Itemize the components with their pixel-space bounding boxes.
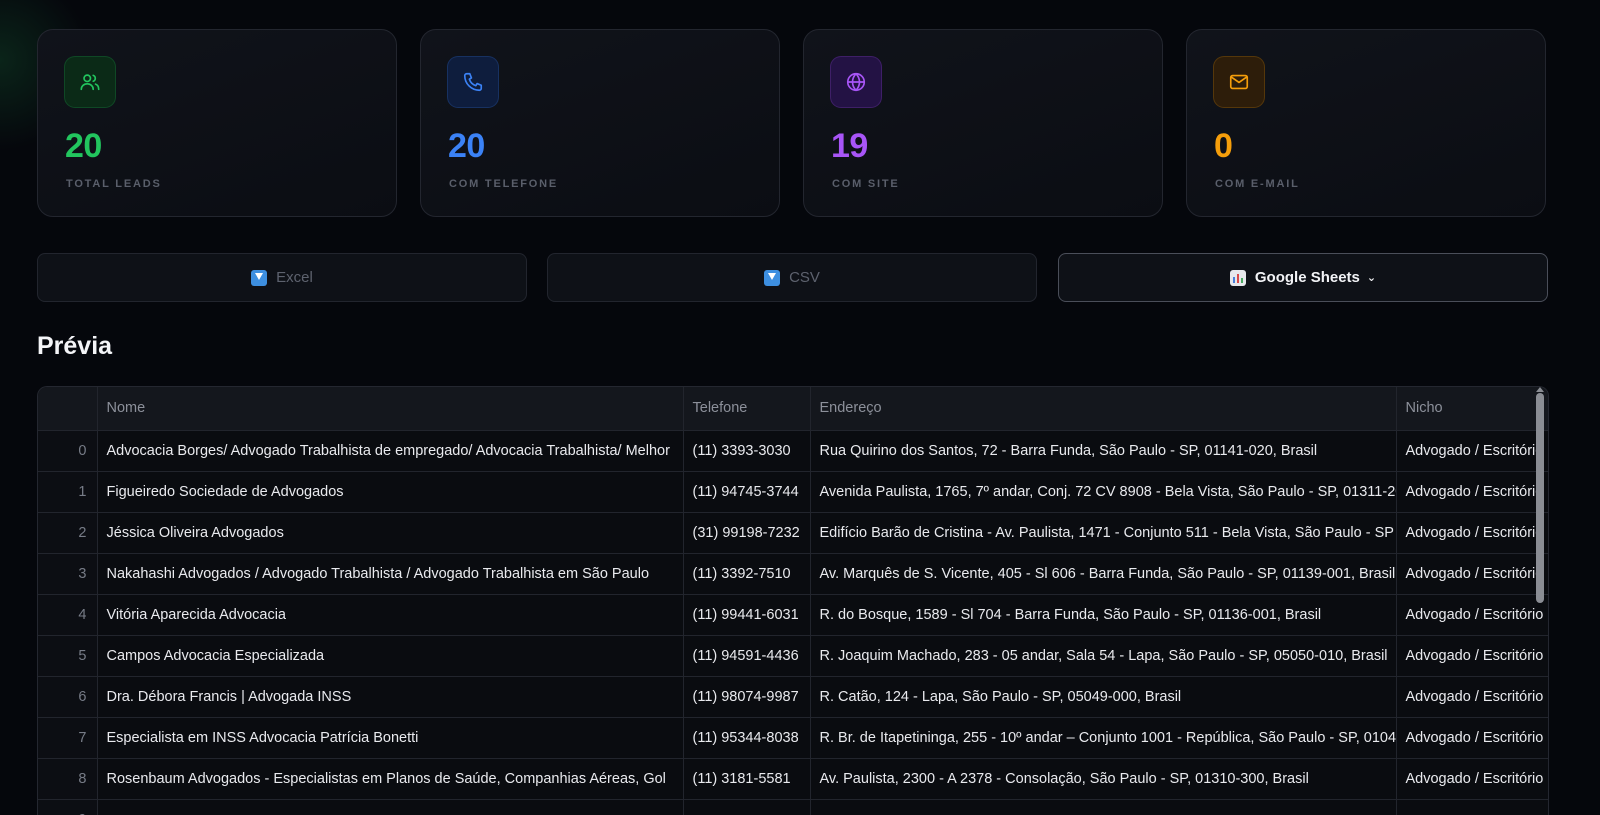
cell-nicho[interactable]: Advogado / Escritório — [1396, 512, 1548, 554]
cell-nome[interactable]: Dra. Débora Francis | Advogada INSS — [97, 676, 684, 718]
cell-nome[interactable]: Figueiredo Sociedade de Advogados — [97, 471, 684, 513]
table-row[interactable]: 4 Vitória Aparecida Advocacia (11) 99441… — [38, 594, 1548, 636]
table-row[interactable]: 9 — [38, 799, 1548, 815]
scroll-up-arrow-icon[interactable] — [1536, 387, 1544, 392]
cell-nicho[interactable]: Advogado / Escritório — [1396, 430, 1548, 472]
cell-endereco[interactable]: Avenida Paulista, 1765, 7º andar, Conj. … — [810, 471, 1397, 513]
table-row[interactable]: 5 Campos Advocacia Especializada (11) 94… — [38, 635, 1548, 677]
cell-endereco[interactable] — [810, 799, 1397, 815]
row-index: 3 — [38, 553, 98, 595]
cell-telefone[interactable]: (11) 99441-6031 — [683, 594, 811, 636]
table-row[interactable]: 8 Rosenbaum Advogados - Especialistas em… — [38, 758, 1548, 800]
cell-nome[interactable]: Advocacia Borges/ Advogado Trabalhista d… — [97, 430, 684, 472]
stat-label: TOTAL LEADS — [66, 178, 162, 190]
cell-telefone[interactable]: (11) 3181-5581 — [683, 758, 811, 800]
cell-nicho[interactable] — [1396, 799, 1548, 815]
cell-nome[interactable]: Jéssica Oliveira Advogados — [97, 512, 684, 554]
table-header-row: Nome Telefone Endereço Nicho — [38, 387, 1548, 431]
row-index: 1 — [38, 471, 98, 513]
cell-telefone[interactable]: (11) 95344-8038 — [683, 717, 811, 759]
row-index: 5 — [38, 635, 98, 677]
column-header-endereco[interactable]: Endereço — [810, 387, 1397, 431]
users-icon — [64, 56, 116, 108]
cell-nome[interactable]: Nakahashi Advogados / Advogado Trabalhis… — [97, 553, 684, 595]
google-sheets-dropdown-button[interactable]: Google Sheets ⌄ — [1058, 253, 1548, 302]
export-excel-button[interactable]: Excel — [37, 253, 527, 302]
cell-telefone[interactable]: (11) 3393-3030 — [683, 430, 811, 472]
cell-endereco[interactable]: Rua Quirino dos Santos, 72 - Barra Funda… — [810, 430, 1397, 472]
table-row[interactable]: 0 Advocacia Borges/ Advogado Trabalhista… — [38, 430, 1548, 472]
vertical-scrollbar[interactable] — [1536, 393, 1544, 603]
row-index: 0 — [38, 430, 98, 472]
stat-card-com-telefone: 20 COM TELEFONE — [420, 29, 780, 217]
export-csv-button[interactable]: CSV — [547, 253, 1037, 302]
row-index: 6 — [38, 676, 98, 718]
mail-icon — [1213, 56, 1265, 108]
stat-value: 20 — [448, 127, 485, 165]
cell-endereco[interactable]: R. do Bosque, 1589 - Sl 704 - Barra Fund… — [810, 594, 1397, 636]
stats-row: 20 TOTAL LEADS 20 COM TELEFONE 19 COM SI… — [37, 29, 1547, 219]
stat-value: 19 — [831, 127, 868, 165]
row-index: 8 — [38, 758, 98, 800]
chevron-down-icon: ⌄ — [1366, 272, 1377, 284]
cell-endereco[interactable]: R. Joaquim Machado, 283 - 05 andar, Sala… — [810, 635, 1397, 677]
row-index: 7 — [38, 717, 98, 759]
export-csv-label: CSV — [789, 269, 820, 286]
cell-endereco[interactable]: Av. Paulista, 2300 - A 2378 - Consolação… — [810, 758, 1397, 800]
download-icon — [251, 269, 268, 286]
globe-icon — [830, 56, 882, 108]
cell-nicho[interactable]: Advogado / Escritório — [1396, 676, 1548, 718]
cell-nicho[interactable]: Advogado / Escritório — [1396, 553, 1548, 595]
cell-nicho[interactable]: Advogado / Escritório — [1396, 635, 1548, 677]
cell-telefone[interactable] — [683, 799, 811, 815]
stat-card-total-leads: 20 TOTAL LEADS — [37, 29, 397, 217]
stat-value: 20 — [65, 127, 102, 165]
table-row[interactable]: 2 Jéssica Oliveira Advogados (31) 99198-… — [38, 512, 1548, 554]
cell-endereco[interactable]: R. Br. de Itapetininga, 255 - 10º andar … — [810, 717, 1397, 759]
preview-title: Prévia — [37, 332, 113, 360]
cell-nicho[interactable]: Advogado / Escritório — [1396, 758, 1548, 800]
export-buttons: Excel CSV Google Sheets ⌄ — [37, 253, 1548, 303]
cell-nicho[interactable]: Advogado / Escritório — [1396, 594, 1548, 636]
cell-endereco[interactable]: Edifício Barão de Cristina - Av. Paulist… — [810, 512, 1397, 554]
download-icon — [764, 269, 781, 286]
table-row[interactable]: 1 Figueiredo Sociedade de Advogados (11)… — [38, 471, 1548, 513]
column-header-nicho[interactable]: Nicho — [1396, 387, 1548, 431]
cell-telefone[interactable]: (11) 98074-9987 — [683, 676, 811, 718]
cell-telefone[interactable]: (11) 94591-4436 — [683, 635, 811, 677]
index-column-header — [38, 387, 98, 431]
stat-label: COM SITE — [832, 178, 900, 190]
table-row[interactable]: 6 Dra. Débora Francis | Advogada INSS (1… — [38, 676, 1548, 718]
row-index: 9 — [38, 799, 98, 815]
column-header-telefone[interactable]: Telefone — [683, 387, 811, 431]
google-sheets-label: Google Sheets — [1254, 269, 1360, 286]
cell-telefone[interactable]: (31) 99198-7232 — [683, 512, 811, 554]
cell-nicho[interactable]: Advogado / Escritório — [1396, 717, 1548, 759]
preview-table[interactable]: Nome Telefone Endereço Nicho 0 Advocacia… — [37, 386, 1549, 815]
stat-label: COM TELEFONE — [449, 178, 558, 190]
row-index: 4 — [38, 594, 98, 636]
column-header-nome[interactable]: Nome — [97, 387, 684, 431]
cell-nome[interactable]: Especialista em INSS Advocacia Patrícia … — [97, 717, 684, 759]
stat-label: COM E-MAIL — [1215, 178, 1300, 190]
cell-telefone[interactable]: (11) 3392-7510 — [683, 553, 811, 595]
cell-nome[interactable]: Vitória Aparecida Advocacia — [97, 594, 684, 636]
table-row[interactable]: 3 Nakahashi Advogados / Advogado Trabalh… — [38, 553, 1548, 595]
cell-endereco[interactable]: Av. Marquês de S. Vicente, 405 - Sl 606 … — [810, 553, 1397, 595]
cell-telefone[interactable]: (11) 94745-3744 — [683, 471, 811, 513]
table-row[interactable]: 7 Especialista em INSS Advocacia Patríci… — [38, 717, 1548, 759]
stat-card-com-email: 0 COM E-MAIL — [1186, 29, 1546, 217]
cell-endereco[interactable]: R. Catão, 124 - Lapa, São Paulo - SP, 05… — [810, 676, 1397, 718]
stat-card-com-site: 19 COM SITE — [803, 29, 1163, 217]
phone-icon — [447, 56, 499, 108]
row-index: 2 — [38, 512, 98, 554]
stat-value: 0 — [1214, 127, 1233, 165]
cell-nome[interactable] — [97, 799, 684, 815]
cell-nome[interactable]: Campos Advocacia Especializada — [97, 635, 684, 677]
bar-chart-icon — [1229, 269, 1246, 286]
cell-nicho[interactable]: Advogado / Escritório — [1396, 471, 1548, 513]
cell-nome[interactable]: Rosenbaum Advogados - Especialistas em P… — [97, 758, 684, 800]
export-excel-label: Excel — [276, 269, 313, 286]
